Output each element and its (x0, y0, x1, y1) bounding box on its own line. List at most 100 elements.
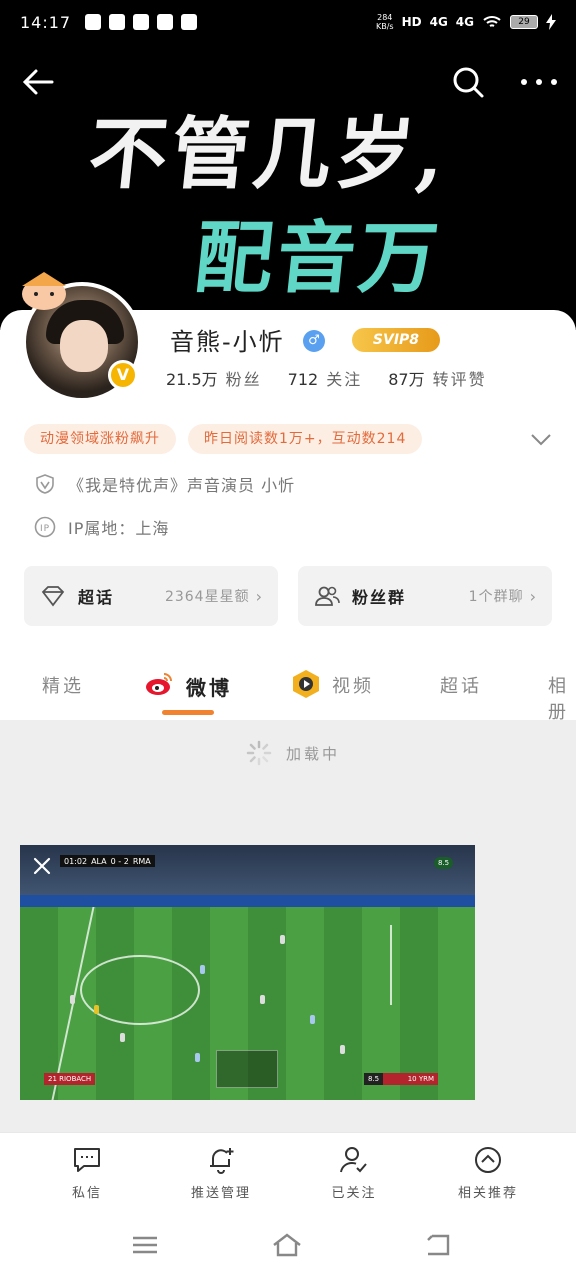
close-icon[interactable] (32, 856, 52, 876)
active-tab-indicator (162, 710, 214, 715)
charging-icon (546, 14, 556, 30)
status-time: 14:17 (20, 12, 72, 32)
player-marker (340, 1045, 345, 1054)
loading-text: 加载中 (286, 744, 341, 763)
stat-engagement-label: 转评赞 (432, 370, 487, 389)
notification-app-icon (133, 14, 150, 30)
action-recommendations[interactable]: 相关推荐 (428, 1144, 548, 1201)
stat-engagement[interactable]: 87万 转评赞 (388, 366, 486, 390)
left-player-rating: 8.5 (434, 857, 454, 869)
svip-badge[interactable]: SVIP8 (352, 328, 440, 352)
signal-4g-2: 4G (455, 15, 474, 29)
status-app-icons (85, 14, 198, 30)
battery-indicator: 29 (510, 15, 538, 29)
tab-supertopic[interactable]: 超话 (440, 672, 482, 698)
chevron-down-icon[interactable] (528, 428, 554, 450)
supertopic-title: 超话 (78, 588, 115, 607)
stat-following-label: 关注 (326, 370, 363, 389)
svg-text:IP: IP (40, 524, 50, 534)
match-score: 0 - 2 (110, 856, 129, 866)
ip-row: IP IP属地：上海 (34, 515, 169, 539)
player-marker (94, 1005, 99, 1014)
notification-app-icon (157, 14, 174, 30)
profile-tags: 动漫领域涨粉飙升 昨日阅读数1万+，互动数214 (24, 424, 423, 454)
minimap (216, 1050, 278, 1088)
player-marker (70, 995, 75, 1004)
player-marker (195, 1053, 200, 1062)
group-users-icon (315, 586, 340, 606)
right-player-rating: 8.5 (364, 1073, 384, 1085)
notification-app-icon (181, 14, 198, 30)
bell-plus-icon (210, 1148, 234, 1174)
bio-row: 《我是特优声》声音演员 小忻 (34, 472, 295, 496)
shield-v-icon (36, 474, 54, 494)
verified-badge-icon: V (108, 360, 138, 390)
avatar-pendant-icon (22, 272, 66, 310)
tab-album[interactable]: 相册 (548, 672, 576, 724)
net-unit: KB/s (375, 22, 394, 31)
player-marker (280, 935, 285, 944)
signal-4g-1: 4G (429, 15, 448, 29)
spinner-icon (246, 740, 272, 766)
message-icon (74, 1148, 100, 1172)
left-player-bar: 21 RIOBACH (44, 1073, 96, 1085)
weibo-logo-icon (146, 673, 172, 695)
stat-following[interactable]: 712 关注 (288, 366, 363, 390)
away-team: RMA (132, 856, 151, 866)
video-logo-icon (293, 670, 319, 698)
pitch-line (390, 925, 392, 1005)
banner-slogan-line1: 不管几岁, (84, 109, 454, 200)
fangroup-panel[interactable]: 粉丝群 1个群聊 › (298, 566, 552, 626)
pitch-center-circle (80, 955, 200, 1025)
user-check-icon (340, 1147, 367, 1173)
scoreboard: 01:02 ALA 0 - 2 RMA (60, 855, 155, 867)
video-thumbnail[interactable]: 01:02 ALA 0 - 2 RMA 21 RIOBACH 10 YRM 8.… (20, 845, 475, 1100)
stadium-ad-boards (20, 895, 475, 907)
home-icon[interactable] (270, 1230, 304, 1260)
profile-banner: 14:17 284 KB/s HD 4G 4G 29 不管几岁, 配音万岁。 (0, 0, 576, 330)
stat-following-value: 712 (287, 370, 319, 389)
chevron-right-icon: › (255, 586, 262, 606)
tag-chip[interactable]: 动漫领域涨粉飙升 (24, 424, 176, 454)
profile-name: 音熊-小忻 (170, 328, 285, 356)
stat-fans[interactable]: 21.5万 粉丝 (166, 366, 262, 390)
net-speed: 284 (377, 13, 393, 22)
tab-weibo[interactable]: 微博 (186, 672, 232, 701)
stat-engagement-value: 87万 (388, 370, 425, 389)
player-marker (200, 965, 205, 974)
stat-fans-value: 21.5万 (166, 370, 218, 389)
wifi-icon (483, 16, 501, 27)
action-label: 推送管理 (190, 1186, 251, 1201)
more-icon[interactable] (514, 62, 564, 102)
tag-chip[interactable]: 昨日阅读数1万+，互动数214 (188, 424, 423, 454)
tab-featured[interactable]: 精选 (42, 672, 84, 698)
hd-indicator: HD (401, 15, 422, 29)
menu-icon[interactable] (128, 1230, 162, 1260)
diamond-icon (41, 586, 65, 607)
action-following[interactable]: 已关注 (294, 1144, 414, 1201)
action-push-settings[interactable]: 推送管理 (161, 1144, 281, 1201)
supertopic-value: 2364星星额 (164, 589, 250, 605)
fangroup-value: 1个群聊 (468, 589, 524, 605)
action-label: 私信 (71, 1186, 102, 1201)
tab-video[interactable]: 视频 (332, 672, 374, 698)
ip-icon: IP (34, 516, 56, 538)
home-team: ALA (91, 856, 107, 866)
ip-location-text: IP属地：上海 (68, 519, 170, 538)
back-icon[interactable] (422, 1230, 456, 1260)
bio-text: 《我是特优声》声音演员 小忻 (68, 476, 296, 495)
action-message[interactable]: 私信 (27, 1144, 147, 1201)
profile-stats: 21.5万 粉丝 712 关注 87万 转评赞 (166, 366, 487, 390)
back-arrow-icon[interactable] (18, 62, 58, 102)
notification-app-icon (109, 14, 126, 30)
chevron-up-circle-icon (475, 1147, 501, 1173)
avatar-face (60, 320, 108, 372)
action-label: 已关注 (331, 1186, 377, 1201)
supertopic-panel[interactable]: 超话 2364星星额 › (24, 566, 278, 626)
gender-male-icon: ♂ (303, 330, 325, 352)
match-clock: 01:02 (64, 856, 88, 866)
notification-app-icon (85, 14, 102, 30)
loading-indicator: 加载中 (246, 740, 340, 766)
chevron-right-icon: › (529, 586, 536, 606)
player-marker (120, 1033, 125, 1042)
